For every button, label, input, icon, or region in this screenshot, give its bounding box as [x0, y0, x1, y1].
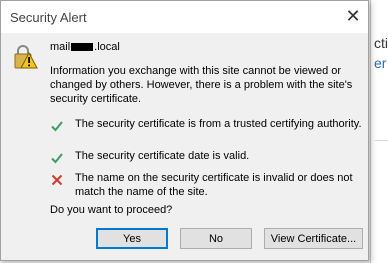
- background-link: er: [374, 55, 387, 71]
- title-bar: Security Alert ✕: [1, 1, 368, 33]
- check-text-2: The security certificate date is valid.: [75, 150, 250, 162]
- close-button[interactable]: ✕: [338, 1, 368, 31]
- check-text-3: The name on the security certificate is …: [75, 172, 353, 198]
- close-icon: ✕: [345, 5, 361, 26]
- proceed-question: Do you want to proceed?: [50, 204, 173, 216]
- view-certificate-button[interactable]: View Certificate...: [264, 228, 363, 249]
- x-icon: [51, 174, 63, 186]
- check-icon: [51, 121, 63, 132]
- background-text: ctio: [374, 35, 388, 51]
- redaction-bar: [71, 43, 94, 52]
- host-suffix: .local: [94, 41, 120, 53]
- dialog-title: Security Alert: [10, 10, 87, 25]
- info-text: Information you exchange with this site …: [50, 65, 353, 105]
- security-alert-dialog: Security Alert ✕ mail .local Information …: [0, 0, 369, 261]
- check-icon: [51, 153, 63, 164]
- lock-warning-icon: [14, 45, 38, 69]
- host-name: mail .local: [50, 41, 120, 53]
- background-divider: [375, 140, 388, 141]
- check-text-1: The security certificate is from a trust…: [75, 118, 362, 130]
- host-prefix: mail: [50, 41, 71, 53]
- no-button[interactable]: No: [180, 228, 252, 249]
- yes-button[interactable]: Yes: [96, 228, 168, 249]
